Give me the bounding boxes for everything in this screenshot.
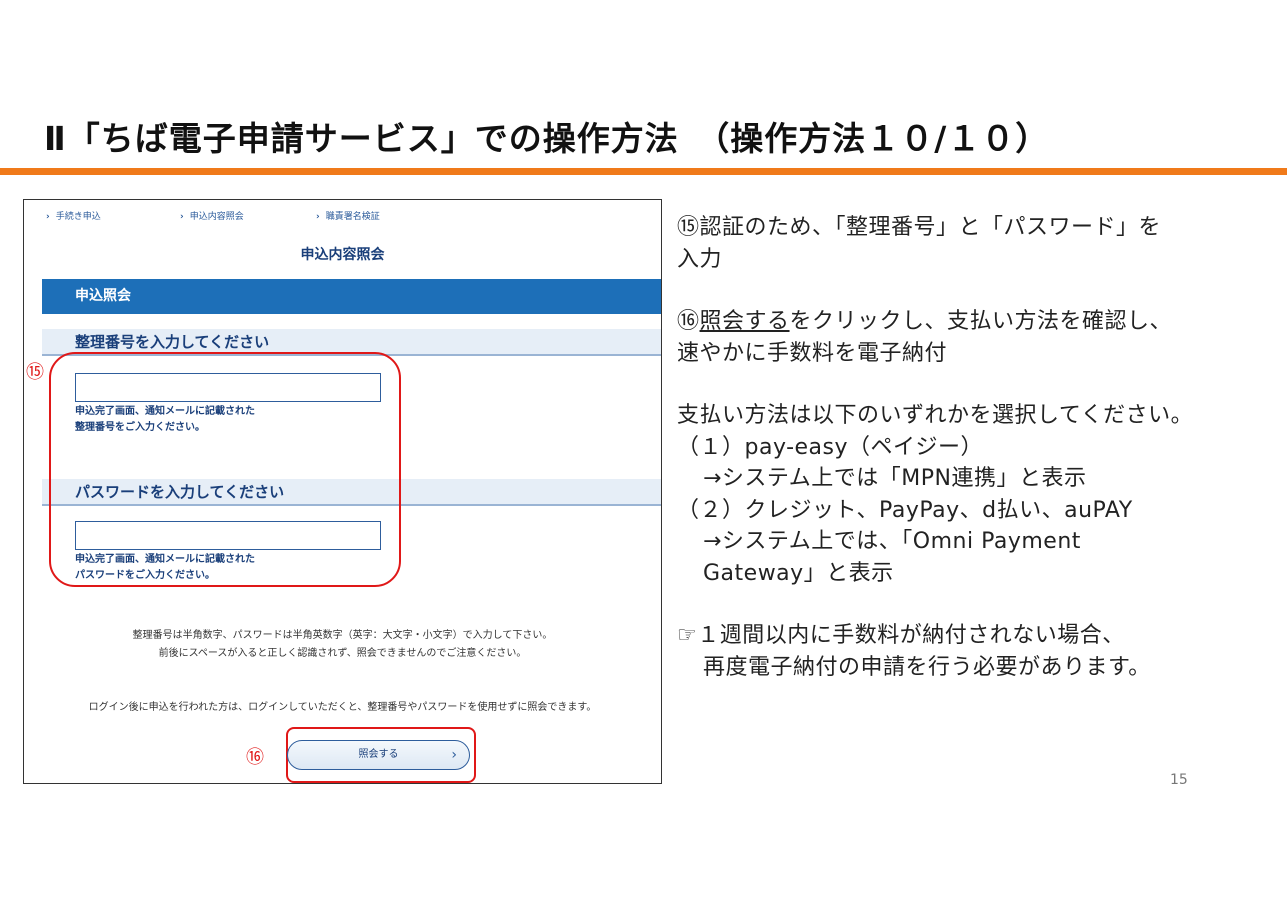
slide-title: Ⅱ「ちば電子申請サービス」での操作方法 （操作方法１０/１０） bbox=[44, 119, 1050, 158]
payment-intro: 支払い方法は以下のいずれかを選択してください。 bbox=[677, 403, 1194, 428]
chevron-right-icon: › bbox=[451, 747, 457, 763]
input-notes: 整理番号は半角数字、パスワードは半角英数字（英字：大文字・小文字）で入力して下さ… bbox=[132, 630, 553, 659]
step-marker-16: ⑯ bbox=[246, 747, 264, 768]
chevron-right-icon: › bbox=[180, 212, 184, 222]
breadcrumb-item-inquiry[interactable]: › 申込内容照会 bbox=[180, 209, 244, 222]
warning-text: ☞１週間以内に手数料が納付されない場合、 bbox=[677, 623, 1125, 648]
payment-option-2-note-cont: Gateway」と表示 bbox=[703, 560, 894, 586]
chevron-right-icon: › bbox=[46, 212, 50, 222]
highlight-oval-fields bbox=[49, 352, 401, 587]
step15-text: ⑮認証のため、「整理番号」と「パスワード」を bbox=[677, 215, 1162, 240]
page-heading: 申込内容照会 bbox=[300, 247, 385, 263]
login-note: ログイン後に申込を行われた方は、ログインしていただくと、整理番号やパスワードを使… bbox=[88, 702, 597, 713]
breadcrumb-item-signature[interactable]: › 職責署名検証 bbox=[316, 209, 380, 222]
breadcrumb: › 手続き申込 › 申込内容照会 › 職責署名検証 bbox=[24, 209, 661, 223]
step15-text-cont: 入力 bbox=[677, 246, 723, 272]
breadcrumb-item-apply[interactable]: › 手続き申込 bbox=[46, 209, 101, 222]
instructions-text: ⑮認証のため、「整理番号」と「パスワード」を 入力 ⑯照会するをクリックし、支払… bbox=[677, 212, 1287, 683]
payment-option-2: （２）クレジット、PayPay、d払い、auPAY bbox=[677, 497, 1133, 523]
payment-option-2-note: →システム上では、「Omni Payment bbox=[703, 529, 1081, 554]
step16-link-text: 照会する bbox=[699, 309, 790, 334]
chevron-right-icon: › bbox=[316, 212, 320, 222]
warning-text-cont: 再度電子納付の申請を行う必要があります。 bbox=[703, 654, 1151, 680]
payment-option-1-note: →システム上では「MPN連携」と表示 bbox=[703, 466, 1087, 491]
step16-text: ⑯照会するをクリックし、支払い方法を確認し、 bbox=[677, 309, 1173, 334]
payment-option-1: （１）pay-easy（ペイジー） bbox=[677, 434, 984, 460]
step-marker-15: ⑮ bbox=[26, 362, 44, 383]
screenshot-panel: › 手続き申込 › 申込内容照会 › 職責署名検証 申込内容照会 申込照会 整理番号を… bbox=[23, 199, 662, 784]
inquiry-submit-button[interactable]: 照会する › bbox=[287, 740, 470, 770]
page-number: 15 bbox=[1170, 772, 1188, 788]
section-bar: 申込照会 bbox=[42, 279, 661, 314]
title-underline-bar bbox=[0, 168, 1287, 175]
step16-text-cont: 速やかに手数料を電子納付 bbox=[677, 340, 948, 366]
